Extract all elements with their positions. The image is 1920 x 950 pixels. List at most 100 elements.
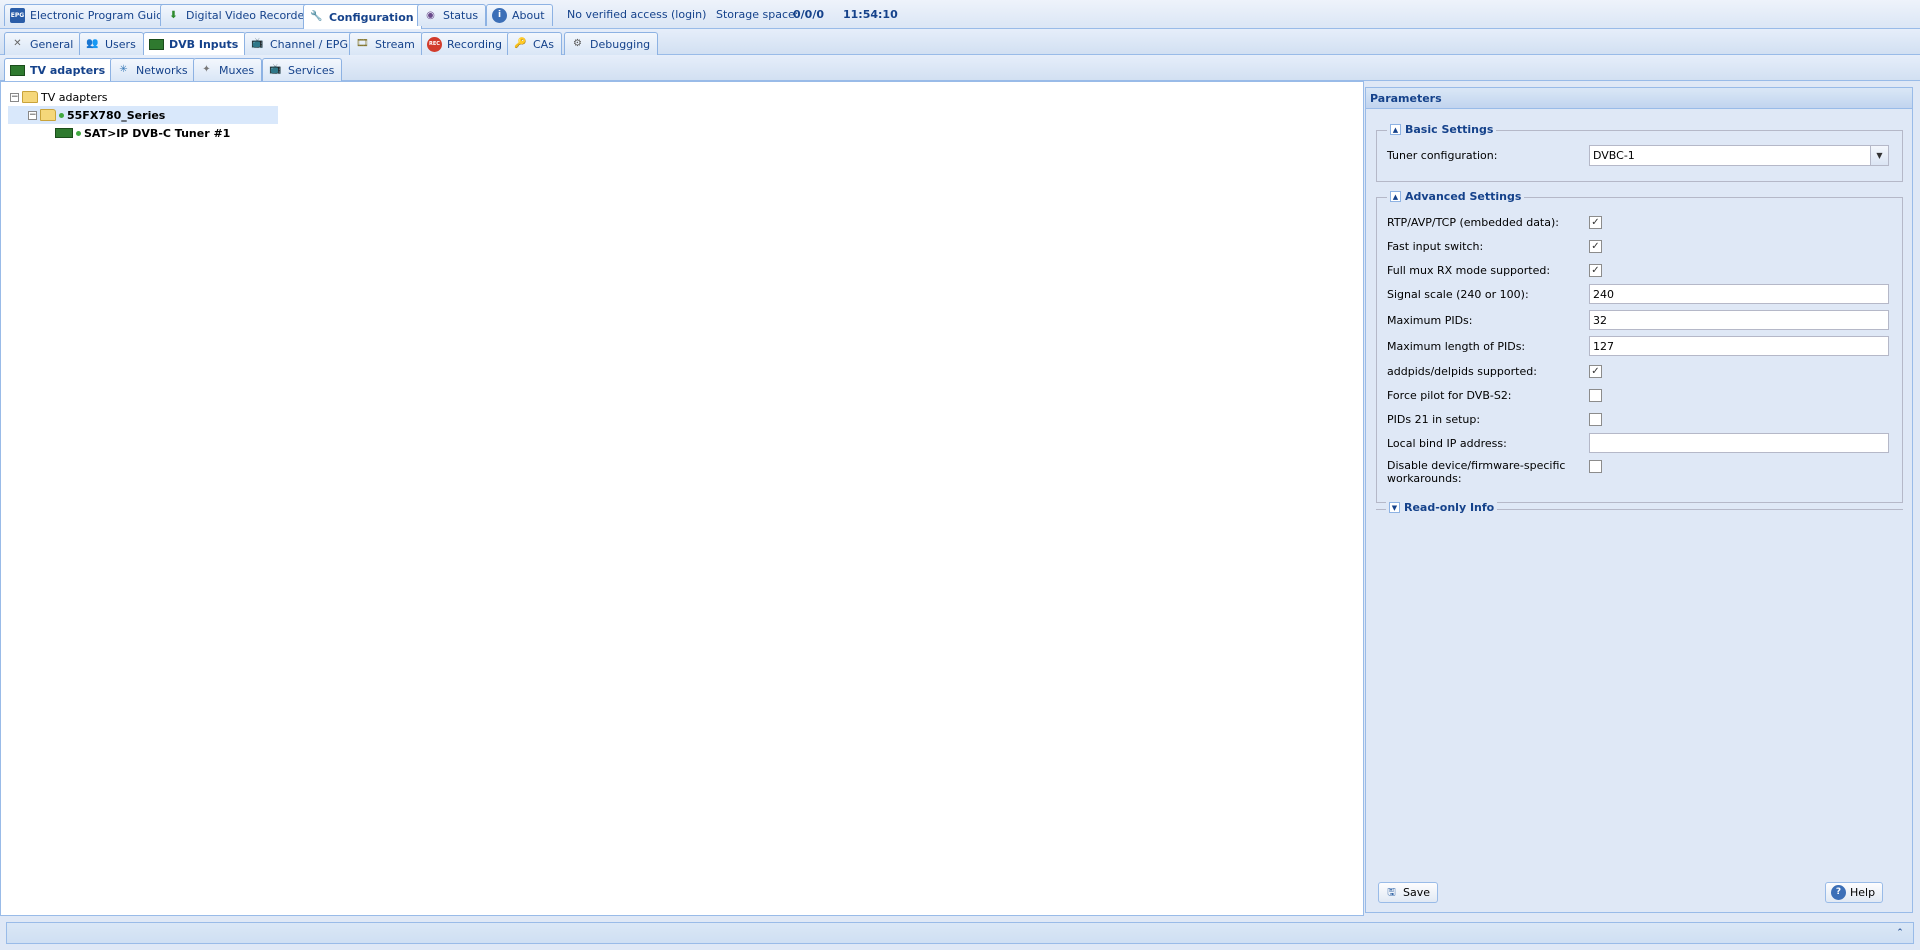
storage-value: 0/0/0 bbox=[793, 8, 824, 21]
help-icon: ? bbox=[1831, 885, 1846, 900]
fast-switch-row: Fast input switch: ✓ bbox=[1387, 235, 1897, 257]
tv-card-icon bbox=[149, 37, 164, 52]
tab-label: Configuration bbox=[329, 10, 414, 24]
basic-settings-legend[interactable]: ▲ Basic Settings bbox=[1387, 123, 1497, 136]
collapse-up-icon[interactable]: ▲ bbox=[1390, 124, 1401, 135]
rtp-row: RTP/AVP/TCP (embedded data): ✓ bbox=[1387, 211, 1897, 233]
tree-node-device[interactable]: − 55FX780_Series bbox=[8, 106, 278, 124]
max-pid-length-row: Maximum length of PIDs: bbox=[1387, 335, 1897, 357]
parameters-title: Parameters bbox=[1366, 88, 1912, 109]
tab-dvr[interactable]: ⬇ Digital Video Recorder bbox=[160, 4, 317, 26]
tab-channel-epg[interactable]: 📺 Channel / EPG bbox=[244, 32, 356, 55]
tuner-config-row: Tuner configuration: DVBC-1 ▼ bbox=[1387, 144, 1897, 166]
main-tab-bar: EPG Electronic Program Guide ⬇ Digital V… bbox=[0, 0, 1920, 29]
info-icon: i bbox=[492, 8, 507, 23]
advanced-settings-fieldset: ▲ Advanced Settings RTP/AVP/TCP (embedde… bbox=[1376, 190, 1903, 503]
tv-card-icon bbox=[10, 63, 25, 78]
tab-configuration[interactable]: 🔧 Configuration bbox=[303, 4, 422, 29]
basic-settings-fieldset: ▲ Basic Settings Tuner configuration: DV… bbox=[1376, 123, 1903, 182]
advanced-settings-legend[interactable]: ▲ Advanced Settings bbox=[1387, 190, 1525, 203]
readonly-info-legend[interactable]: ▼ Read-only Info bbox=[1386, 501, 1498, 514]
tab-stream[interactable]: 🎞 Stream bbox=[349, 32, 423, 55]
pids21-checkbox[interactable] bbox=[1589, 412, 1602, 426]
full-mux-label: Full mux RX mode supported: bbox=[1387, 263, 1551, 277]
login-link[interactable]: (login) bbox=[671, 8, 706, 21]
save-button[interactable]: 🖫 Save bbox=[1378, 882, 1439, 903]
expand-down-icon[interactable]: ▼ bbox=[1389, 502, 1400, 513]
help-button[interactable]: ? Help bbox=[1825, 882, 1884, 903]
tab-label: CAs bbox=[533, 37, 554, 51]
tab-muxes[interactable]: ✦ Muxes bbox=[193, 58, 263, 81]
collapse-icon[interactable]: − bbox=[10, 92, 19, 102]
collapse-icon[interactable]: − bbox=[28, 110, 37, 120]
adapter-tree: − TV adapters − 55FX780_Series SAT>IP DV… bbox=[0, 81, 1364, 916]
tab-debugging[interactable]: ⚙ Debugging bbox=[564, 32, 659, 55]
bind-ip-row: Local bind IP address: bbox=[1387, 432, 1897, 454]
collapse-up-icon[interactable]: ▲ bbox=[1390, 191, 1401, 202]
force-pilot-label: Force pilot for DVB-S2: bbox=[1387, 388, 1512, 402]
save-icon: 🖫 bbox=[1387, 886, 1396, 898]
max-pid-length-label: Maximum length of PIDs: bbox=[1387, 339, 1526, 353]
tab-label: Muxes bbox=[219, 63, 255, 77]
tab-label: Users bbox=[105, 37, 136, 51]
tab-networks[interactable]: ✳ Networks bbox=[110, 58, 196, 81]
tree-node-label: SAT>IP DVB-C Tuner #1 bbox=[84, 126, 231, 140]
addpids-checkbox[interactable]: ✓ bbox=[1589, 364, 1602, 378]
tab-label: Digital Video Recorder bbox=[186, 9, 309, 22]
tab-label: DVB Inputs bbox=[169, 38, 239, 51]
tab-tv-adapters[interactable]: TV adapters bbox=[4, 58, 114, 82]
tab-status[interactable]: ◉ Status bbox=[417, 4, 487, 26]
epg-icon: EPG bbox=[10, 8, 25, 23]
fast-switch-checkbox[interactable]: ✓ bbox=[1589, 239, 1602, 253]
tree-node-tuner[interactable]: SAT>IP DVB-C Tuner #1 bbox=[55, 124, 230, 142]
tab-dvb-inputs[interactable]: DVB Inputs bbox=[143, 32, 247, 56]
tab-label: Debugging bbox=[590, 37, 651, 51]
tab-users[interactable]: 👥 Users bbox=[79, 32, 144, 55]
collapse-up-icon[interactable]: ⌃ bbox=[1893, 926, 1907, 940]
disable-workarounds-checkbox[interactable] bbox=[1589, 460, 1602, 473]
tree-node-root[interactable]: − TV adapters bbox=[10, 88, 108, 106]
addpids-row: addpids/delpids supported: ✓ bbox=[1387, 360, 1897, 382]
help-button-label: Help bbox=[1850, 886, 1876, 899]
readonly-info-fieldset: ▼ Read-only Info bbox=[1376, 501, 1903, 514]
addpids-label: addpids/delpids supported: bbox=[1387, 364, 1537, 378]
full-mux-checkbox[interactable]: ✓ bbox=[1589, 263, 1602, 277]
max-pids-input[interactable] bbox=[1589, 310, 1889, 330]
tab-general[interactable]: ✕ General bbox=[4, 32, 82, 55]
parameters-panel: Parameters ▲ Basic Settings Tuner config… bbox=[1365, 87, 1913, 913]
antenna-icon: ✳ bbox=[119, 64, 128, 75]
folder-icon bbox=[22, 91, 38, 103]
signal-scale-row: Signal scale (240 or 100): bbox=[1387, 283, 1897, 305]
tab-label: General bbox=[30, 37, 74, 51]
force-pilot-checkbox[interactable] bbox=[1589, 388, 1602, 402]
full-mux-row: Full mux RX mode supported: ✓ bbox=[1387, 259, 1897, 281]
max-pid-length-input[interactable] bbox=[1589, 336, 1889, 356]
users-icon: 👥 bbox=[86, 38, 99, 49]
tab-epg[interactable]: EPG Electronic Program Guide bbox=[4, 4, 178, 26]
tab-label: Recording bbox=[447, 37, 503, 51]
record-icon: REC bbox=[427, 36, 442, 52]
pids21-label: PIDs 21 in setup: bbox=[1387, 412, 1481, 426]
chevron-down-icon[interactable]: ▼ bbox=[1870, 145, 1888, 165]
max-pids-label: Maximum PIDs: bbox=[1387, 313, 1473, 327]
tab-about[interactable]: i About bbox=[486, 4, 553, 26]
force-pilot-row: Force pilot for DVB-S2: bbox=[1387, 384, 1897, 406]
satellite-icon: ✦ bbox=[202, 64, 211, 75]
fast-switch-label: Fast input switch: bbox=[1387, 239, 1484, 253]
rtp-checkbox[interactable]: ✓ bbox=[1589, 215, 1602, 229]
tab-label: Networks bbox=[136, 63, 188, 77]
tuner-config-select[interactable]: DVBC-1 ▼ bbox=[1589, 144, 1889, 166]
status-dot-icon bbox=[76, 130, 81, 136]
legend-label: Read-only Info bbox=[1404, 501, 1495, 514]
film-icon: 🎞 bbox=[356, 38, 369, 49]
disable-workarounds-label: Disable device/firmware-specific workaro… bbox=[1387, 459, 1566, 485]
bottom-status-area: ⌃ bbox=[0, 918, 1920, 950]
tv-icon: 📺 bbox=[251, 38, 264, 49]
tab-recording[interactable]: REC Recording bbox=[421, 32, 511, 55]
signal-scale-input[interactable] bbox=[1589, 284, 1889, 304]
tab-cas[interactable]: 🔑 CAs bbox=[507, 32, 562, 55]
legend-label: Basic Settings bbox=[1405, 123, 1494, 136]
clock: 11:54:10 bbox=[843, 8, 898, 21]
tab-services[interactable]: 📺 Services bbox=[262, 58, 343, 81]
bind-ip-input[interactable] bbox=[1589, 433, 1889, 453]
